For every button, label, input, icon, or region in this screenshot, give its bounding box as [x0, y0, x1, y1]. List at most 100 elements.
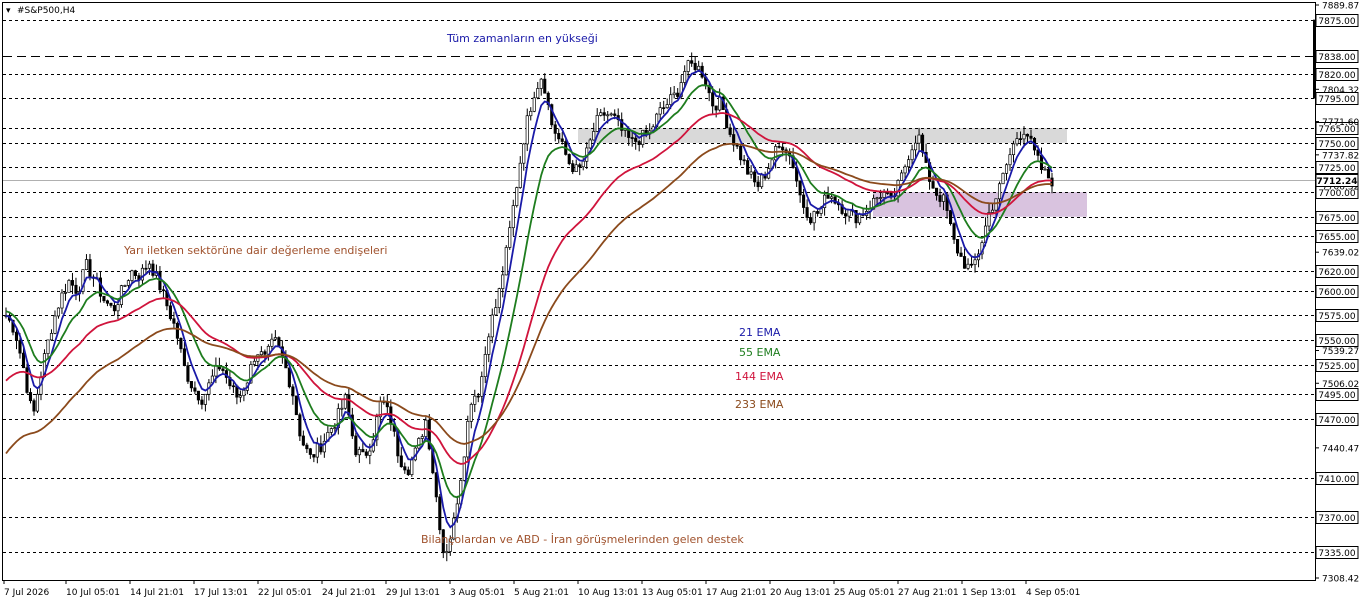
candle-body: [483, 354, 487, 378]
dropdown-arrow-icon[interactable]: ▾: [6, 6, 11, 16]
annotation-text: Yarı iletken sektörüne dair değerleme en…: [123, 244, 387, 257]
price-marker: [1313, 19, 1316, 99]
candle-body: [168, 305, 172, 320]
candle-body: [291, 386, 295, 397]
candle-body: [315, 443, 319, 458]
candle-body: [508, 227, 512, 248]
level-label: 7725.00: [1318, 164, 1355, 174]
candle-body: [466, 420, 470, 458]
candle-body: [1022, 133, 1026, 140]
candle-body: [231, 385, 235, 388]
level-label: 7525.00: [1318, 362, 1355, 372]
candle-body: [109, 302, 113, 306]
candle-body: [74, 284, 78, 294]
zone-band: [578, 128, 1067, 143]
candle-body: [277, 337, 281, 348]
candle-body: [948, 210, 953, 225]
candle-body: [609, 113, 613, 116]
level-label: 7675.00: [1318, 214, 1355, 224]
annotation-text: Bilançolardan ve ABD - İran görüşmelerin…: [421, 533, 744, 546]
candle-body: [84, 259, 89, 270]
candle-body: [777, 146, 781, 148]
price-tick-label: 7737.82: [1322, 151, 1359, 161]
candle-body: [973, 259, 977, 265]
price-tick-label: 7889.87: [1322, 2, 1359, 12]
time-label: 29 Jul 13:01: [386, 588, 440, 598]
candle-body: [1015, 138, 1019, 145]
price-tick-label: 7771.60: [1322, 118, 1359, 128]
candle-body: [343, 394, 347, 409]
candle-body: [60, 292, 64, 309]
level-label: 7655.00: [1318, 233, 1355, 243]
candle-body: [263, 351, 267, 355]
candle-body: [567, 154, 571, 164]
time-label: 10 Aug 13:01: [578, 588, 639, 598]
level-label: 7550.00: [1318, 337, 1355, 347]
level-label: 7750.00: [1318, 140, 1355, 150]
candle-body: [718, 96, 722, 111]
time-label: 22 Jul 05:01: [258, 588, 312, 598]
candle-body: [175, 322, 179, 339]
candle-body: [172, 318, 176, 324]
candle-body: [914, 142, 918, 151]
price-chart[interactable]: Tüm zamanların en yükseği Yarı iletken se…: [0, 0, 1362, 603]
candle-body: [735, 144, 739, 147]
candle-body: [364, 451, 368, 456]
candle-body: [683, 71, 687, 83]
candle-body: [942, 194, 946, 202]
candle-body: [693, 62, 697, 70]
candle-body: [543, 78, 547, 94]
candle-body: [126, 280, 130, 286]
candle-body: [1046, 168, 1051, 179]
candle-body: [599, 112, 603, 116]
candle-body: [557, 133, 561, 140]
candle-body: [746, 160, 750, 175]
level-label: 7620.00: [1318, 268, 1355, 278]
candle-body: [214, 365, 218, 377]
candle-body: [497, 288, 501, 308]
candle-body: [480, 376, 484, 397]
candle-body: [581, 160, 585, 168]
candle-body: [133, 270, 137, 276]
candle-body: [46, 339, 50, 354]
price-tick-label: 7804.32: [1322, 86, 1359, 96]
candle-body: [420, 436, 424, 439]
symbol-label: #S&P500,H4: [17, 6, 76, 16]
candle-body: [1004, 164, 1009, 174]
level-label: 7795.00: [1318, 95, 1355, 105]
candle-body: [672, 92, 676, 96]
level-label: 7575.00: [1318, 312, 1355, 322]
candle-body: [903, 166, 907, 174]
time-label: 24 Jul 21:01: [322, 588, 376, 598]
candle-body: [301, 435, 305, 446]
level-label: 7410.00: [1318, 475, 1355, 485]
candle-body: [997, 183, 1002, 200]
time-label: 4 Sep 05:01: [1026, 588, 1080, 598]
candle-body: [875, 197, 879, 200]
price-tick-label: 7539.27: [1322, 347, 1359, 357]
candle-body: [816, 211, 820, 214]
candle-body: [1018, 138, 1023, 141]
candle-body: [270, 338, 274, 347]
candle-body: [189, 381, 193, 389]
candle-body: [298, 414, 302, 437]
candle-body: [28, 392, 33, 402]
candle-body: [357, 449, 361, 456]
candle-body: [501, 274, 505, 289]
time-label: 5 Aug 21:01: [514, 588, 569, 598]
candle-body: [193, 387, 197, 392]
candle-body: [728, 127, 732, 135]
candle-body: [753, 171, 757, 183]
candle-body: [756, 181, 760, 188]
legend-label: 21 EMA: [739, 326, 781, 339]
candle-body: [511, 205, 515, 229]
level-label: 7370.00: [1318, 514, 1355, 524]
candle-body: [574, 164, 578, 172]
candle-body: [592, 131, 596, 141]
candle-body: [476, 395, 480, 398]
candle-body: [1029, 135, 1033, 139]
candle-body: [588, 139, 592, 149]
candle-body: [665, 104, 669, 109]
candle-body: [742, 159, 746, 162]
candle-body: [525, 115, 529, 145]
